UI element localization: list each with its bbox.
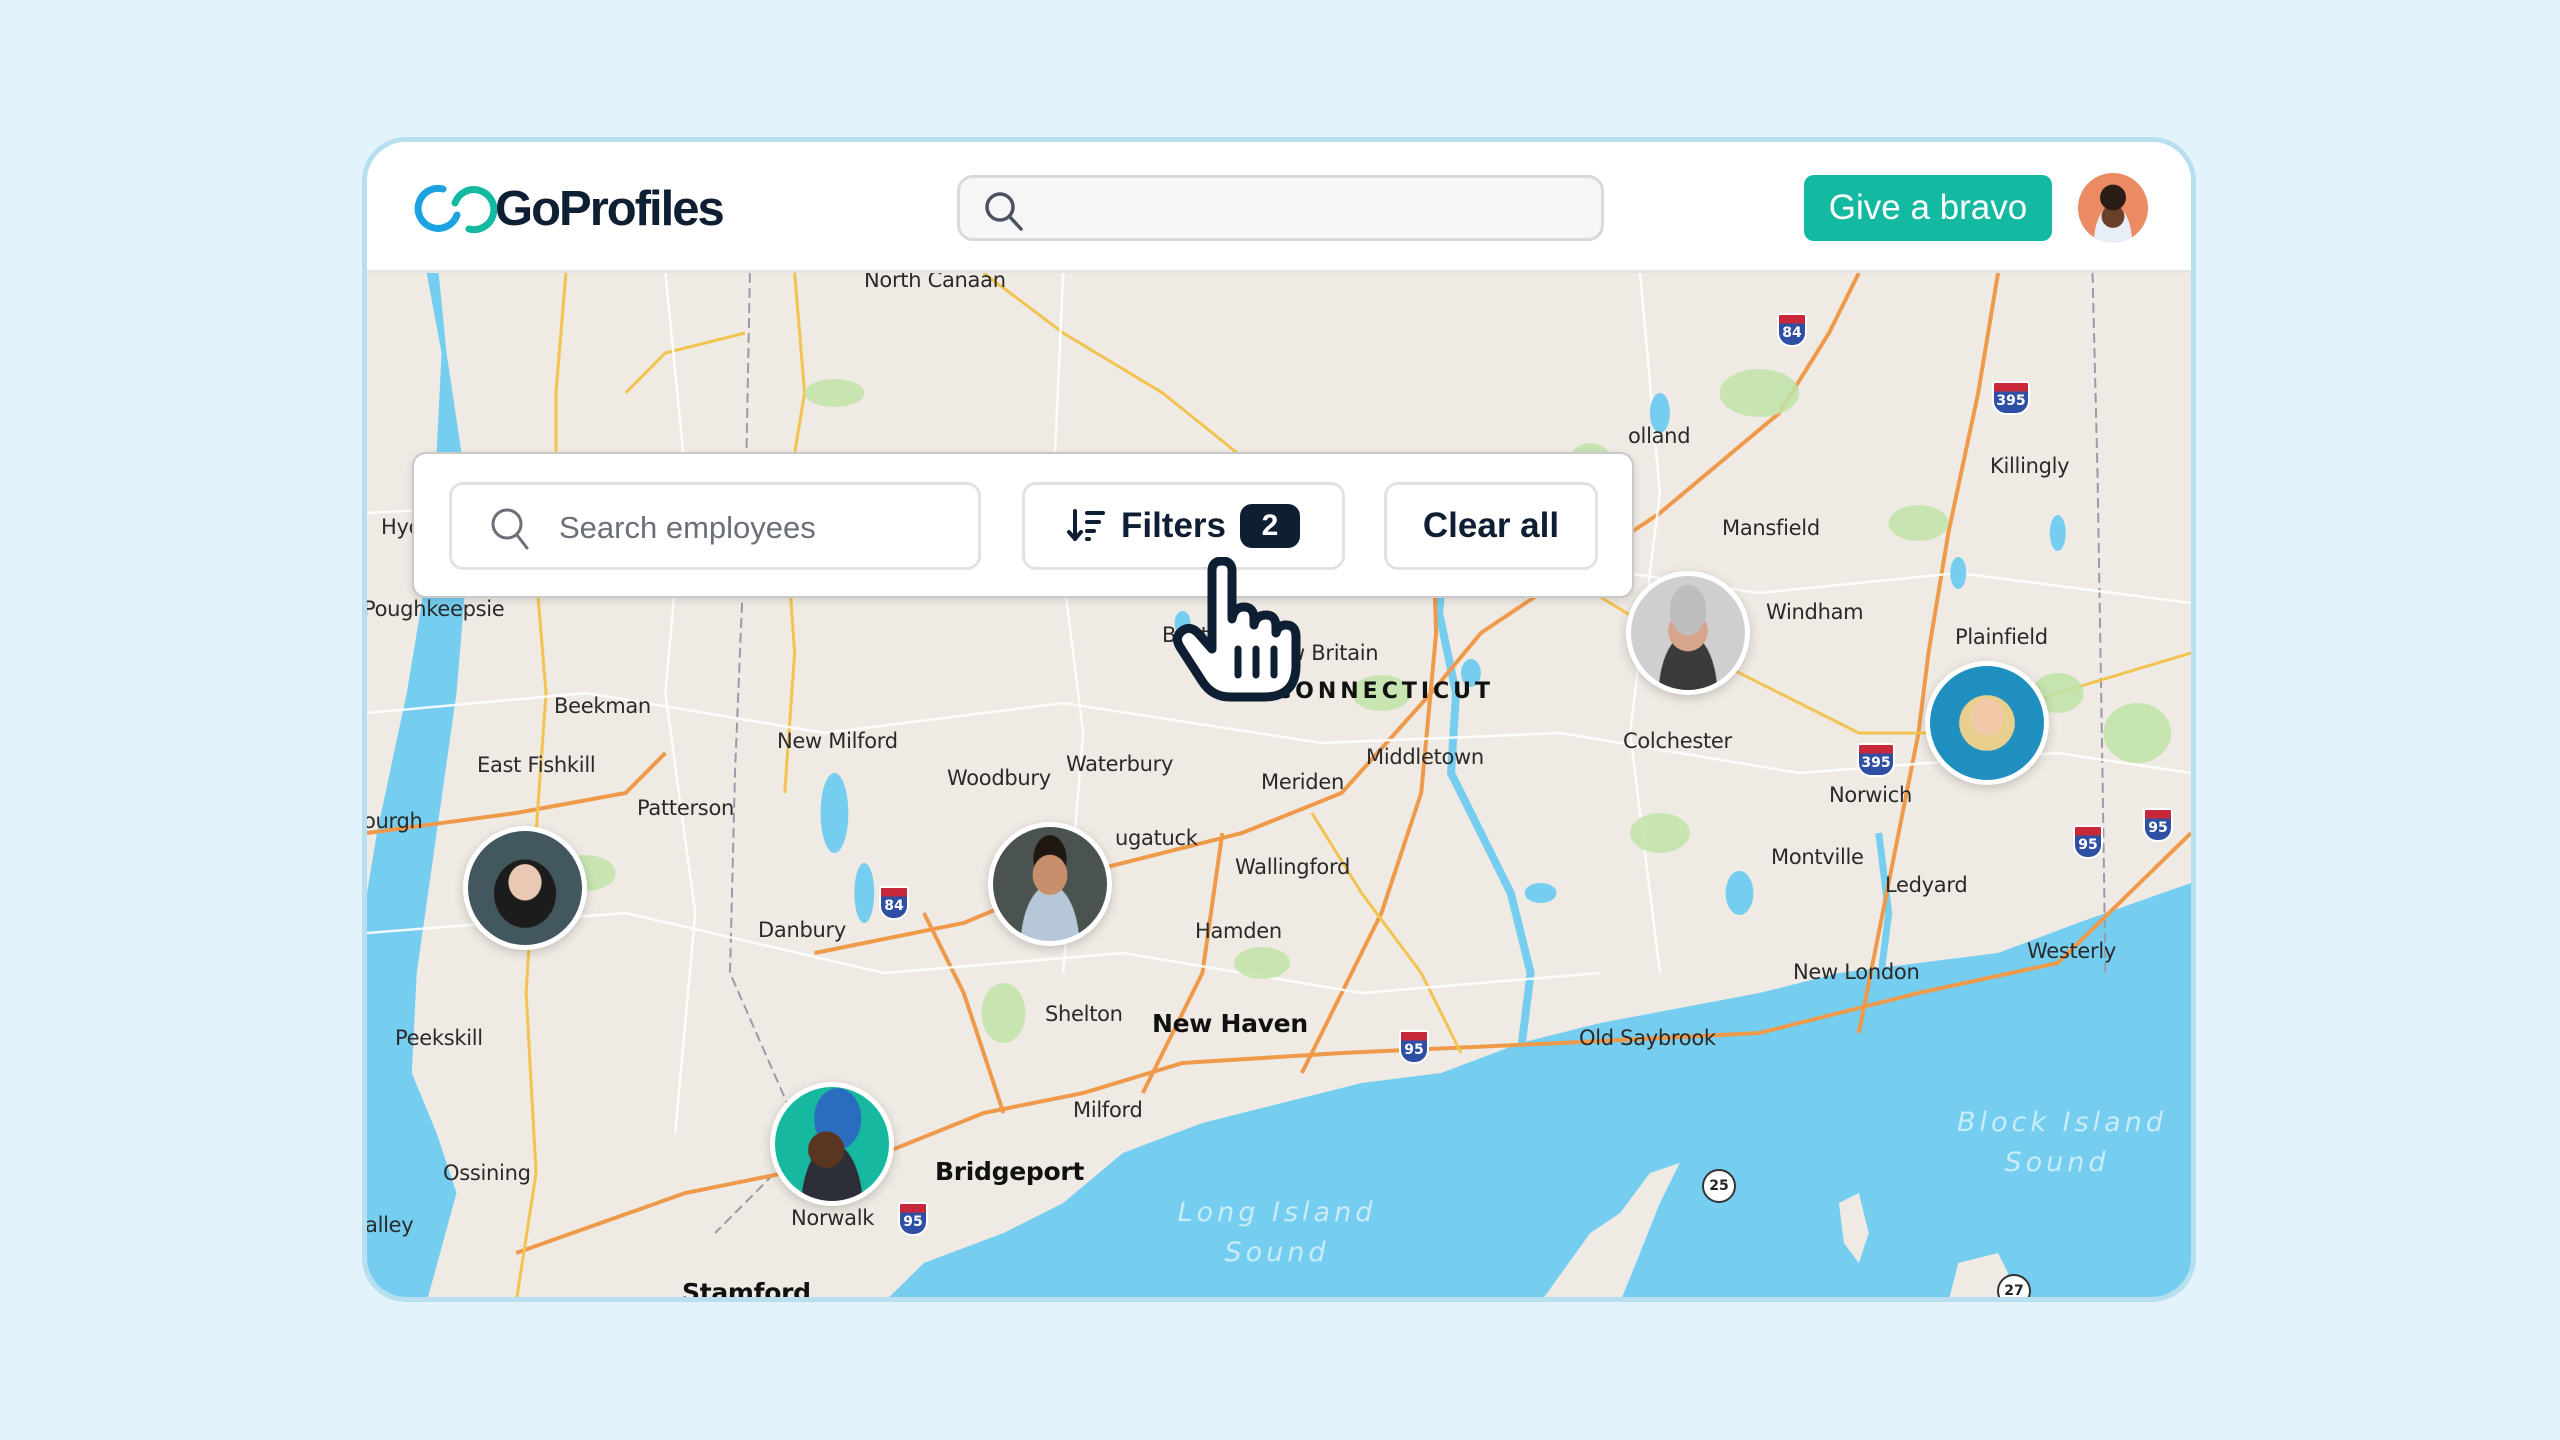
city-label: Norwalk <box>791 1206 875 1230</box>
employee-pin[interactable] <box>770 1082 894 1206</box>
city-label: New London <box>1793 960 1920 984</box>
city-label: ugatuck <box>1115 826 1198 850</box>
city-label: Beekman <box>554 694 651 718</box>
city-label: Milford <box>1073 1098 1143 1122</box>
city-label: Plainfield <box>1955 625 2048 649</box>
city-label-major: Bridgeport <box>935 1157 1085 1186</box>
state-label: CONNECTICUT <box>1275 679 1495 704</box>
city-label: Westerly <box>2027 939 2117 963</box>
city-label: Woodbury <box>947 766 1051 790</box>
sort-filter-icon <box>1066 509 1105 541</box>
city-label: Killingly <box>1990 454 2070 478</box>
logo-text: GoProfiles <box>495 182 725 236</box>
goprofiles-logo[interactable]: GoProfiles <box>413 182 725 236</box>
interstate-shield: 395 <box>1992 381 2030 415</box>
interstate-shield: 95 <box>2073 825 2103 859</box>
logo-icon <box>414 184 498 234</box>
city-label: Patterson <box>637 796 735 820</box>
city-label: ourgh <box>363 809 423 833</box>
city-label: New Milford <box>777 729 898 753</box>
state-border <box>2091 273 2107 974</box>
employee-map[interactable]: North Canaan Torrington Hyde Park Pleasa… <box>365 268 2191 1302</box>
city-label: Colchester <box>1623 729 1732 753</box>
employee-photo-man-blue-cap <box>775 1087 889 1201</box>
city-label: Montville <box>1771 845 1864 869</box>
employee-photo-woman-dark-hair <box>468 831 582 945</box>
city-label: Ledyard <box>1885 873 1968 897</box>
hand-pointer-cursor-icon <box>1172 557 1301 702</box>
water-label: Long Island Sound <box>1177 1197 1377 1268</box>
city-label: Windham <box>1766 600 1864 624</box>
city-label: Peekskill <box>395 1026 483 1050</box>
employee-photo-smiling-man <box>993 827 1107 941</box>
clear-all-button[interactable]: Clear all <box>1384 482 1598 570</box>
interstate-shield: 395 <box>1857 743 1895 777</box>
global-search-input[interactable] <box>957 175 1604 241</box>
employee-search-placeholder: Search employees <box>559 510 816 545</box>
employee-pin[interactable] <box>1925 661 2049 785</box>
city-label: Hamden <box>1195 919 1282 943</box>
city-label: Norwich <box>1829 783 1912 807</box>
state-route-shield: 27 <box>1997 1274 2031 1297</box>
city-label: East Fishkill <box>477 753 596 777</box>
city-label-major: New Haven <box>1152 1009 1308 1038</box>
city-label: Meriden <box>1261 770 1344 794</box>
user-avatar[interactable] <box>2078 173 2148 243</box>
app-window: GoProfiles Give a bravo North Canaan Hyd… <box>362 137 2196 1302</box>
city-label: alley <box>365 1213 414 1237</box>
search-icon <box>491 508 529 550</box>
interstate-shield: 95 <box>898 1202 928 1236</box>
interstate-shield: 95 <box>1399 1030 1429 1064</box>
give-bravo-button[interactable]: Give a bravo <box>1804 175 2052 241</box>
city-label: Waterbury <box>1066 752 1174 776</box>
interstate-shield: 84 <box>879 886 909 920</box>
filters-label: Filters <box>1120 506 1227 545</box>
city-label: Middletown <box>1366 745 1484 769</box>
city-label: Wallingford <box>1235 855 1350 879</box>
employee-photo-blonde-woman <box>1930 666 2044 780</box>
state-route-shield: 25 <box>1702 1169 1736 1203</box>
city-label: olland <box>1628 424 1691 448</box>
hudson-river <box>367 273 467 1297</box>
search-icon <box>985 192 1023 231</box>
top-header: GoProfiles Give a bravo <box>367 142 2191 273</box>
city-label: Shelton <box>1045 1002 1123 1026</box>
map-filter-bar: Search employees Filters 2 Clear all <box>412 452 1634 598</box>
employee-pin[interactable] <box>988 822 1112 946</box>
city-label-major: Stamford <box>682 1278 811 1302</box>
state-border <box>714 273 806 1234</box>
city-label: Danbury <box>758 918 846 942</box>
employee-photo-older-man <box>1631 576 1745 690</box>
city-label: Old Saybrook <box>1579 1026 1716 1050</box>
city-label: Mansfield <box>1722 516 1820 540</box>
interstate-shield: 84 <box>1777 313 1807 347</box>
filters-count-badge: 2 <box>1240 504 1301 548</box>
employee-pin[interactable] <box>463 826 587 950</box>
city-label: Ossining <box>443 1161 531 1185</box>
water-label: Block Island Sound <box>1957 1107 2167 1178</box>
city-label: Poughkeepsie <box>363 597 505 621</box>
employee-pin[interactable] <box>1626 571 1750 695</box>
interstate-shield: 95 <box>2143 808 2173 842</box>
employee-search-input[interactable]: Search employees <box>449 482 981 570</box>
